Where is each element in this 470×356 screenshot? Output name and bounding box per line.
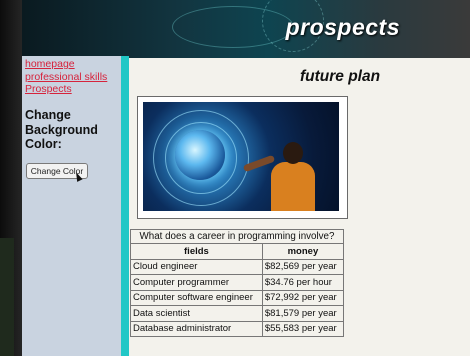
field-cell: Data scientist	[130, 305, 263, 322]
column-header-fields: fields	[130, 243, 263, 260]
career-image	[143, 102, 339, 211]
sidebar-nav: homepage professional skills Prospects	[25, 58, 107, 96]
bezel-reflection	[0, 238, 14, 356]
person-head	[283, 142, 303, 164]
field-cell: Cloud engineer	[130, 258, 263, 275]
career-table: What does a career in programming involv…	[130, 229, 345, 337]
field-cell: Database administrator	[130, 320, 263, 337]
money-cell: $82,569 per year	[261, 258, 345, 275]
table-row: Computer programmer $34.76 per hour	[130, 274, 345, 291]
table-row: Data scientist $81,579 per year	[130, 305, 345, 322]
money-cell: $55,583 per year	[261, 320, 345, 337]
page-title: future plan	[300, 68, 381, 85]
table-row: Database administrator $55,583 per year	[130, 320, 345, 337]
money-cell: $72,992 per year	[261, 289, 345, 306]
money-cell: $81,579 per year	[261, 305, 345, 322]
table-caption: What does a career in programming involv…	[130, 229, 344, 243]
nav-link-prospects[interactable]: Prospects	[25, 83, 107, 96]
column-header-money: money	[261, 243, 345, 260]
header-banner: prospects	[22, 0, 470, 60]
field-cell: Computer programmer	[130, 274, 263, 291]
field-cell: Computer software engineer	[130, 289, 263, 306]
sidebar-divider	[121, 56, 129, 356]
globe-icon	[175, 130, 225, 180]
sidebar	[22, 56, 124, 356]
person-body	[271, 162, 315, 211]
table-header-row: fields money	[130, 243, 345, 260]
nav-link-homepage[interactable]: homepage	[25, 58, 107, 71]
site-title: prospects	[285, 14, 400, 40]
table-row: Cloud engineer $82,569 per year	[130, 258, 345, 275]
table-row: Computer software engineer $72,992 per y…	[130, 289, 345, 306]
money-cell: $34.76 per hour	[261, 274, 345, 291]
nav-link-professional-skills[interactable]: professional skills	[25, 71, 107, 84]
background-color-label: Change Background Color:	[25, 108, 98, 151]
